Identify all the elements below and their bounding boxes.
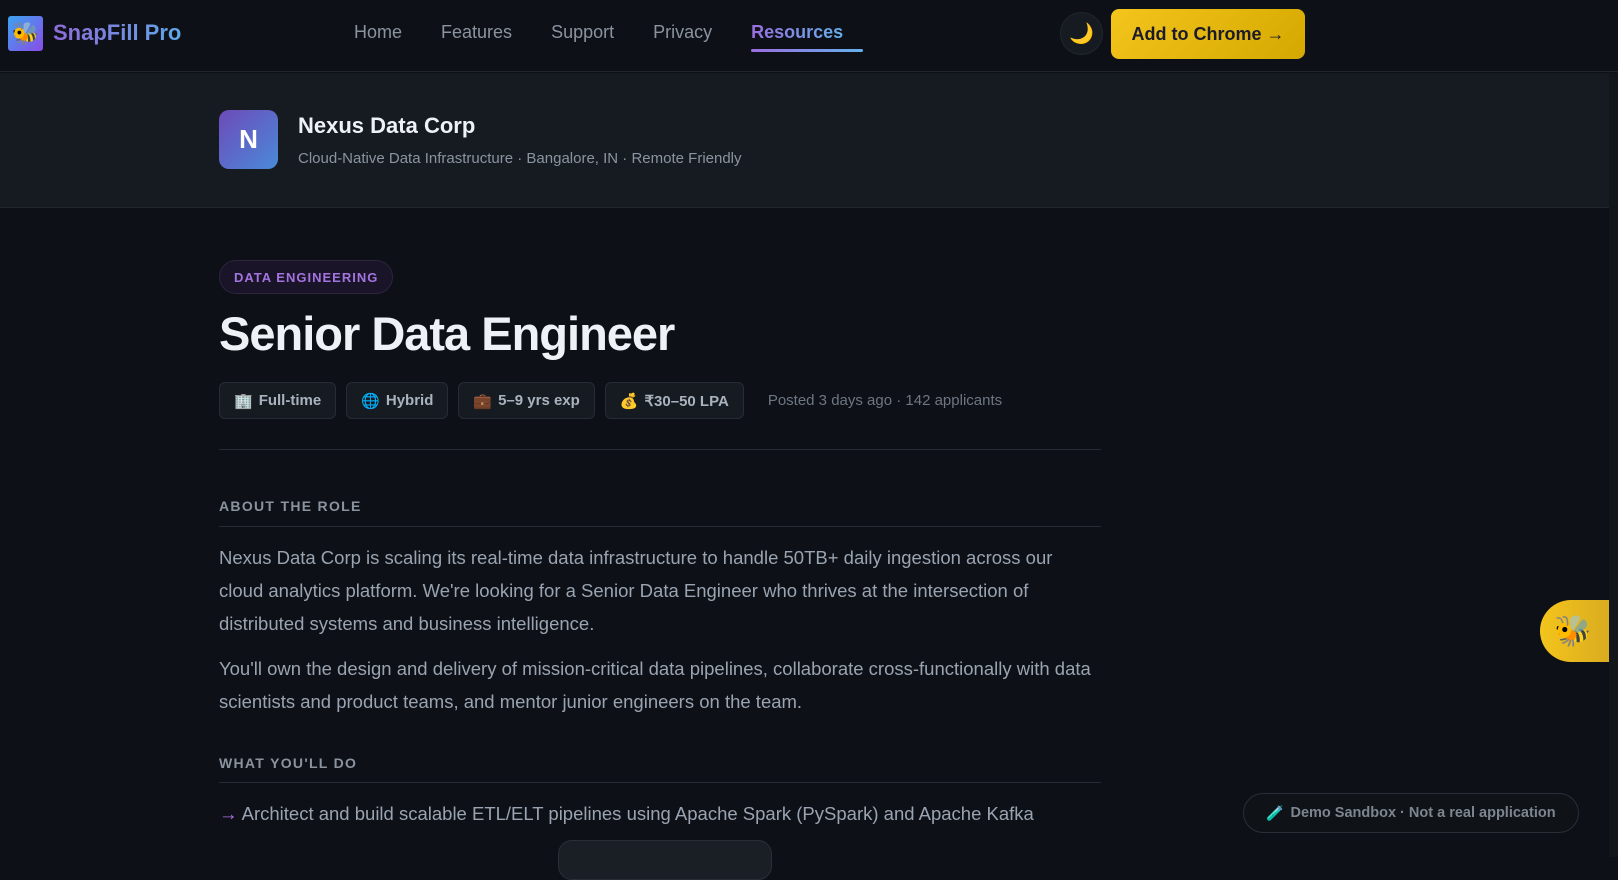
brand-name[interactable]: SnapFill Pro (53, 20, 181, 46)
company-header: N Nexus Data Corp Cloud-Native Data Infr… (0, 73, 1618, 208)
about-heading: ABOUT THE ROLE (219, 498, 362, 514)
category-badge: DATA ENGINEERING (219, 260, 394, 294)
divider (219, 449, 1101, 450)
company-name: Nexus Data Corp (298, 113, 476, 138)
nav-features[interactable]: Features (441, 22, 512, 51)
chip-label: Full-time (258, 392, 322, 409)
nav-privacy[interactable]: Privacy (653, 22, 712, 51)
test-tube-icon: 🧪 (1266, 805, 1285, 822)
globe-icon: 🌐 (361, 392, 380, 410)
divider (219, 526, 1101, 527)
job-chips: 🏢 Full-time 🌐 Hybrid 💼 5–9 yrs exp 💰 ₹30–50 … (219, 382, 1002, 419)
nav-links: Home Features Support Privacy Resources (354, 22, 864, 52)
sandbox-label: Demo Sandbox · Not a real application (1290, 805, 1556, 821)
bee-icon: 🐝 (1554, 614, 1592, 648)
company-subtitle: Cloud-Native Data Infrastructure · Banga… (298, 150, 742, 167)
snapfill-bee-button[interactable]: 🐝 (1540, 600, 1618, 662)
nav-resources[interactable]: Resources (751, 22, 864, 52)
theme-toggle-button[interactable]: 🌙 (1060, 12, 1103, 55)
moon-icon: 🌙 (1069, 23, 1094, 45)
todo-item: → Architect and build scalable ETL/ELT p… (219, 797, 1101, 830)
nav-home[interactable]: Home (354, 22, 402, 51)
todo-heading: WHAT YOU'LL DO (219, 755, 358, 771)
demo-sandbox-badge: 🧪 Demo Sandbox · Not a real application (1243, 793, 1579, 833)
top-nav: 🐝 SnapFill Pro Home Features Support Pri… (0, 0, 1618, 72)
building-icon: 🏢 (234, 392, 253, 410)
chip-experience: 💼 5–9 yrs exp (458, 382, 595, 419)
todo-item-text: Architect and build scalable ETL/ELT pip… (241, 803, 1034, 824)
company-logo: N (219, 110, 278, 169)
money-bag-icon: 💰 (619, 392, 639, 410)
chip-work-mode: 🌐 Hybrid (346, 382, 449, 419)
posted-meta: Posted 3 days ago · 142 applicants (767, 392, 1003, 409)
floating-toolbar[interactable] (558, 840, 772, 880)
chip-salary: 💰 ₹30–50 LPA (604, 382, 744, 419)
about-paragraph-2: You'll own the design and delivery of mi… (219, 658, 1091, 712)
chip-label: Hybrid (385, 392, 434, 409)
nav-support[interactable]: Support (551, 22, 614, 51)
job-title: Senior Data Engineer (219, 307, 675, 360)
about-paragraph-1: Nexus Data Corp is scaling its real-time… (219, 547, 1053, 634)
chip-label: ₹30–50 LPA (644, 392, 729, 410)
chip-label: 5–9 yrs exp (498, 392, 580, 409)
bee-logo-icon[interactable]: 🐝 (8, 16, 43, 51)
arrow-icon: → (219, 803, 238, 824)
chip-employment-type: 🏢 Full-time (219, 382, 337, 419)
scrollbar[interactable] (1609, 73, 1618, 857)
add-to-chrome-button[interactable]: Add to Chrome → (1111, 9, 1305, 59)
divider (219, 782, 1101, 783)
briefcase-icon: 💼 (473, 392, 493, 410)
